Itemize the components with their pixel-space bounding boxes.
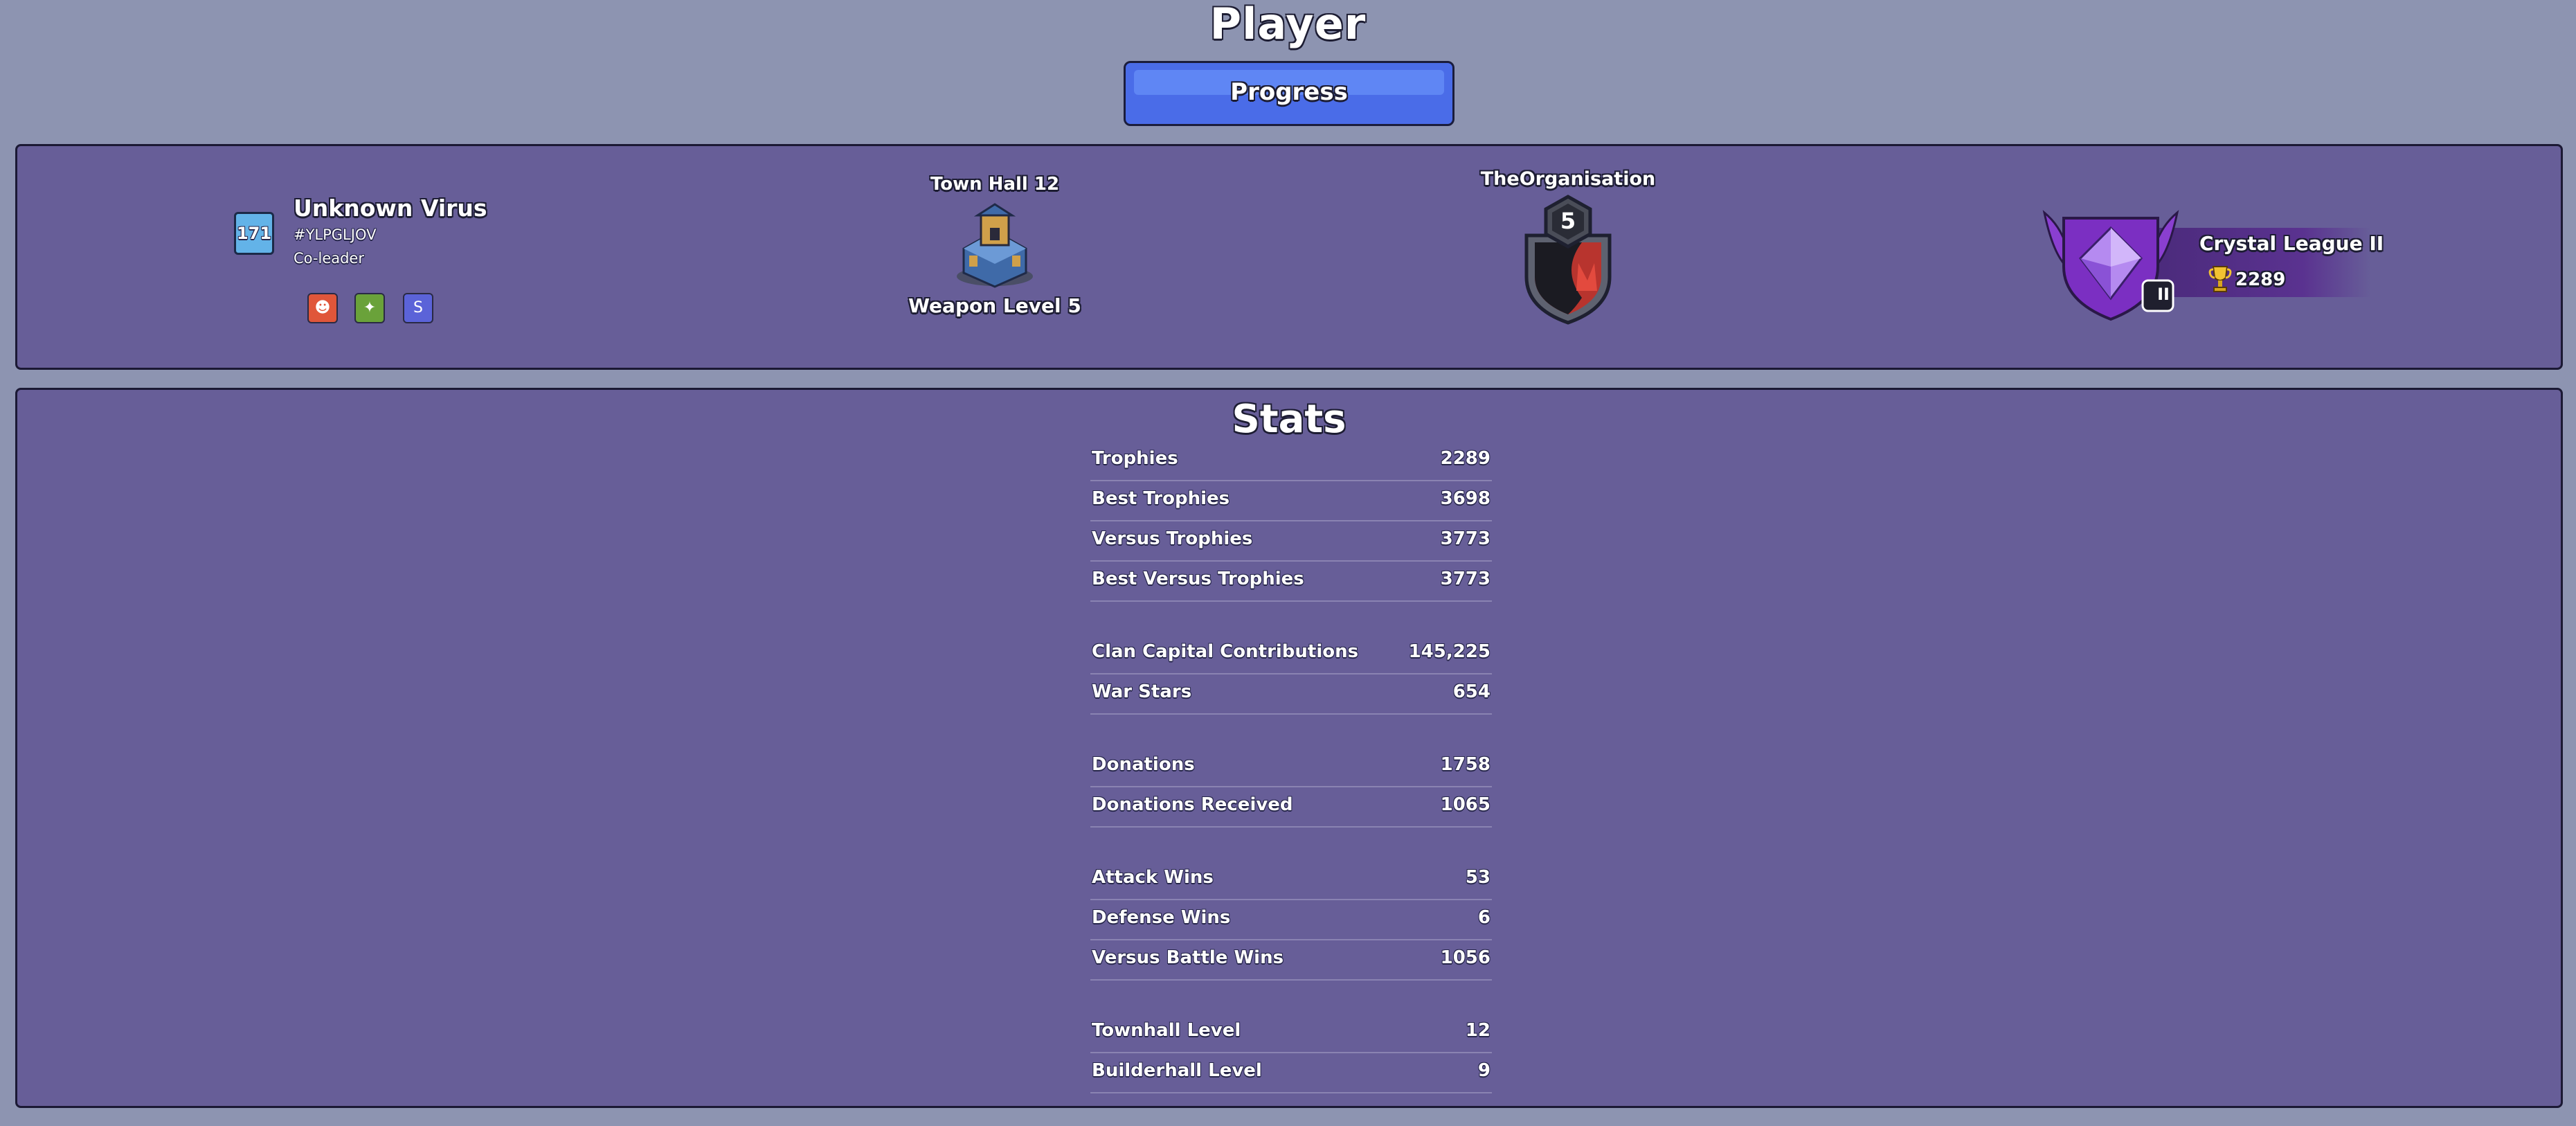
stat-value: 53 — [1465, 867, 1490, 888]
stat-row: Attack Wins 53 — [1090, 860, 1492, 900]
league-trophy-count: 2289 — [2235, 269, 2286, 290]
stat-value: 12 — [1465, 1020, 1490, 1041]
player-tag[interactable]: #YLPGLJOV — [294, 226, 376, 243]
clan-wars-label-icon: ✦ — [354, 293, 385, 323]
stat-row: Clan Capital Contributions 145,225 — [1090, 634, 1492, 674]
stat-label: Donations Received — [1092, 794, 1293, 815]
league-info: II Crystal League II 2289 — [2039, 204, 2385, 322]
stats-group: Townhall Level 12 Builderhall Level 9 — [1090, 1013, 1492, 1093]
stat-row: Best Trophies 3698 — [1090, 481, 1492, 521]
stats-group: Trophies 2289 Best Trophies 3698 Versus Trop… — [1090, 441, 1492, 602]
builder-base-label-icon: S — [403, 293, 433, 323]
league-name: Crystal League II — [2199, 232, 2384, 255]
league-tier-badge: II — [2157, 285, 2170, 304]
stats-group: Attack Wins 53 Defense Wins 6 Versus Battle … — [1090, 860, 1492, 981]
stat-value: 9 — [1477, 1060, 1490, 1081]
clan-name[interactable]: TheOrganisation — [1457, 168, 1679, 190]
stats-group: Donations 1758 Donations Received 1065 — [1090, 747, 1492, 828]
stats-title: Stats — [1232, 397, 1346, 442]
progress-button-label: Progress — [1230, 78, 1348, 106]
crystal-league-icon — [2042, 210, 2179, 321]
stat-row: Donations Received 1065 — [1090, 787, 1492, 828]
page-title: Player — [1209, 0, 1367, 49]
stats-group: Clan Capital Contributions 145,225 War Sta… — [1090, 634, 1492, 715]
townhall-info: Town Hall 12 Weapon Level 5 — [891, 174, 1099, 317]
stat-row: Townhall Level 12 — [1090, 1013, 1492, 1053]
player-name: Unknown Virus — [294, 195, 487, 222]
stat-label: Versus Battle Wins — [1092, 947, 1284, 968]
stat-value: 1056 — [1440, 947, 1490, 968]
stat-value: 3698 — [1440, 488, 1490, 509]
trophy-icon — [2208, 266, 2232, 292]
stat-value: 1758 — [1440, 754, 1490, 775]
clan-level: 5 — [1560, 208, 1576, 234]
exp-level-badge: 171 — [234, 212, 274, 255]
stat-row: War Stars 654 — [1090, 674, 1492, 715]
stat-label: War Stars — [1092, 681, 1192, 702]
stat-value: 1065 — [1440, 794, 1490, 815]
stat-value: 654 — [1452, 681, 1490, 702]
stat-row: Donations 1758 — [1090, 747, 1492, 787]
stat-row: Versus Battle Wins 1056 — [1090, 940, 1492, 981]
stat-label: Clan Capital Contributions — [1092, 641, 1359, 662]
stat-label: Versus Trophies — [1092, 528, 1253, 549]
townhall-icon — [957, 203, 1033, 288]
stat-value: 145,225 — [1408, 641, 1490, 662]
stat-row: Versus Trophies 3773 — [1090, 521, 1492, 562]
stats-panel: Stats Trophies 2289 Best Trophies 3698 Versu… — [15, 388, 2563, 1108]
stat-row: Builderhall Level 9 — [1090, 1053, 1492, 1093]
player-role: Co-leader — [294, 250, 364, 267]
stat-row: Best Versus Trophies 3773 — [1090, 562, 1492, 602]
profile-panel: 171 Unknown Virus #YLPGLJOV Co-leader ☻ … — [15, 144, 2563, 370]
active-daily-label-icon: ☻ — [307, 293, 338, 323]
stat-row: Defense Wins 6 — [1090, 900, 1492, 940]
stat-value: 2289 — [1440, 448, 1490, 469]
stat-row: Trophies 2289 — [1090, 441, 1492, 481]
stat-label: Builderhall Level — [1092, 1060, 1262, 1081]
stat-value: 6 — [1477, 907, 1490, 928]
stat-label: Townhall Level — [1092, 1020, 1241, 1041]
stat-label: Best Trophies — [1092, 488, 1230, 509]
stats-table: Trophies 2289 Best Trophies 3698 Versus Trop… — [1090, 441, 1492, 1126]
clan-badge-icon[interactable]: 5 — [1513, 194, 1623, 325]
stat-label: Defense Wins — [1092, 907, 1231, 928]
stat-label: Attack Wins — [1092, 867, 1214, 888]
clan-info[interactable]: TheOrganisation 5 — [1457, 168, 1679, 325]
stat-label: Best Versus Trophies — [1092, 569, 1304, 589]
stat-label: Trophies — [1092, 448, 1178, 469]
stat-label: Donations — [1092, 754, 1195, 775]
stat-value: 3773 — [1440, 569, 1490, 589]
stat-value: 3773 — [1440, 528, 1490, 549]
weapon-level: Weapon Level 5 — [908, 294, 1081, 317]
progress-button[interactable]: Progress — [1124, 61, 1454, 126]
townhall-title: Town Hall 12 — [930, 174, 1060, 195]
